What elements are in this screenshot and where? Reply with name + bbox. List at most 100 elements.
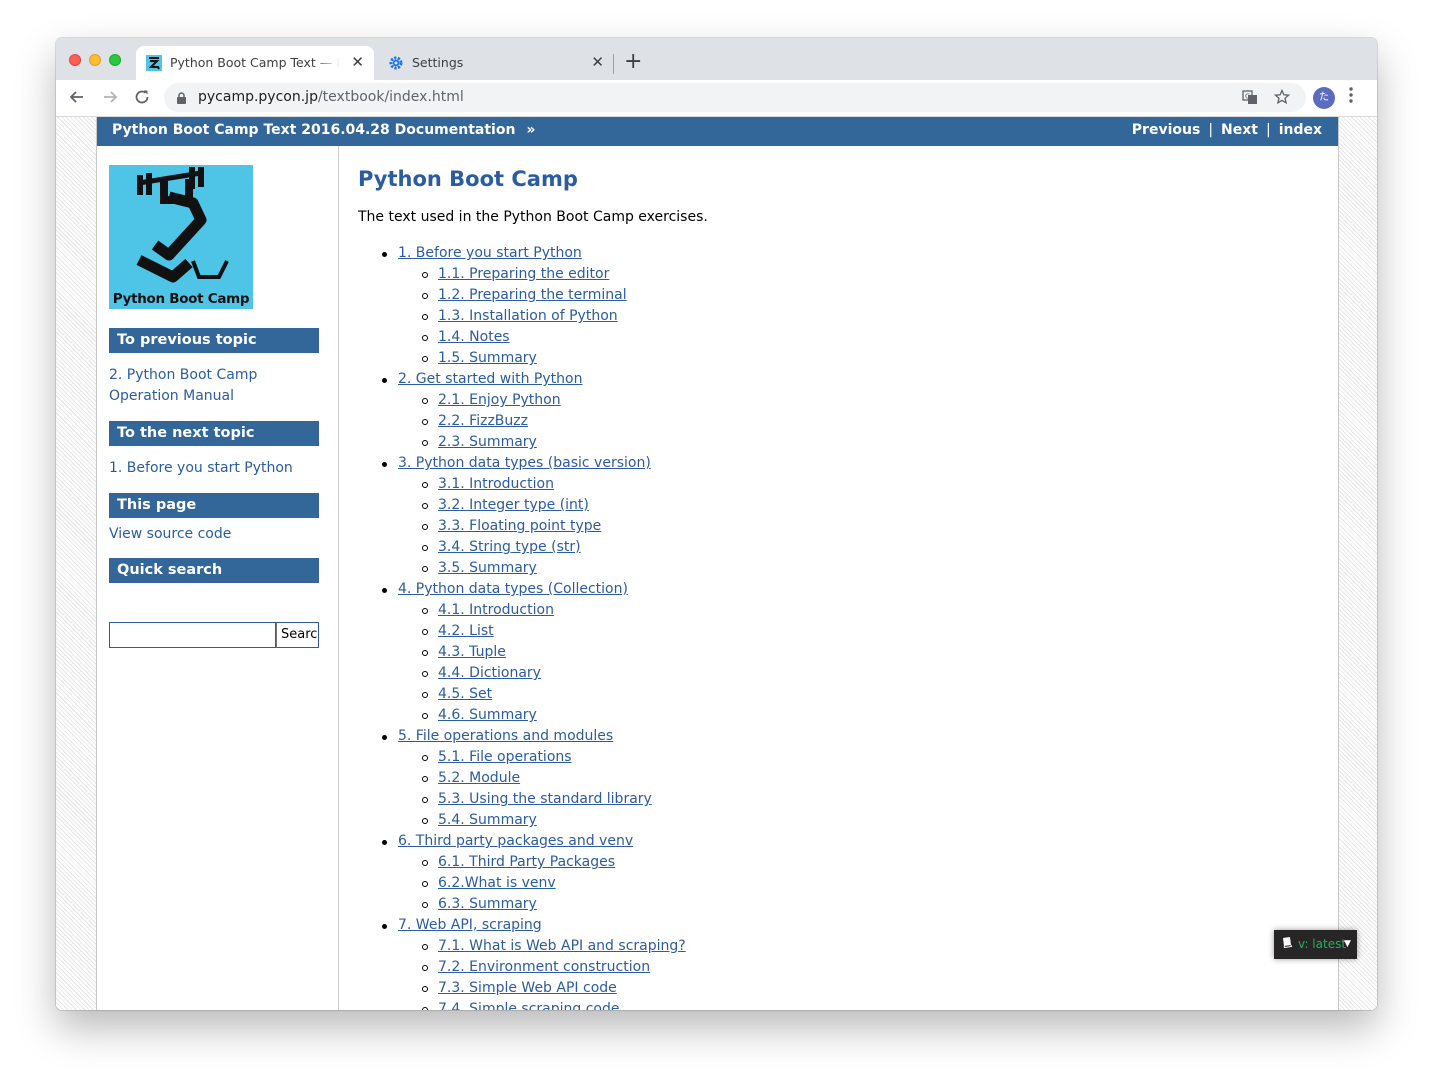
circle-bullet-icon xyxy=(422,881,428,887)
tab-title: Settings xyxy=(412,55,464,70)
next-topic-heading: To the next topic xyxy=(109,421,319,446)
toc-subitem: 2.3. Summary xyxy=(358,432,1258,453)
toc-sublink[interactable]: 1.3. Installation of Python xyxy=(438,306,618,327)
star-icon[interactable] xyxy=(1273,88,1291,109)
toc-subitem: 4.1. Introduction xyxy=(358,600,1258,621)
browser-toolbar: pycamp.pycon.jp/textbook/index.html G た xyxy=(56,80,1377,117)
toc-sublink[interactable]: 1.2. Preparing the terminal xyxy=(438,285,627,306)
toc-subitem: 4.3. Tuple xyxy=(358,642,1258,663)
toc-link[interactable]: 1. Before you start Python xyxy=(398,243,582,264)
toc-sublink[interactable]: 5.2. Module xyxy=(438,768,520,789)
toc-sublink[interactable]: 4.2. List xyxy=(438,621,494,642)
toc-sublink[interactable]: 4.1. Introduction xyxy=(438,600,554,621)
circle-bullet-icon xyxy=(422,398,428,404)
address-bar[interactable]: pycamp.pycon.jp/textbook/index.html G xyxy=(164,83,1306,112)
toc-subitem: 6.3. Summary xyxy=(358,894,1258,915)
index-link[interactable]: index xyxy=(1279,122,1322,138)
profile-avatar[interactable]: た xyxy=(1313,87,1335,109)
new-tab-button[interactable]: + xyxy=(624,49,642,74)
toc-sublink[interactable]: 5.4. Summary xyxy=(438,810,537,831)
toc-sublink[interactable]: 2.3. Summary xyxy=(438,432,537,453)
toc-sublink[interactable]: 5.1. File operations xyxy=(438,747,572,768)
close-window-button[interactable] xyxy=(69,54,81,66)
url-path: /textbook/index.html xyxy=(317,89,464,105)
toc-sublink[interactable]: 6.1. Third Party Packages xyxy=(438,852,615,873)
toc-subitem: 1.5. Summary xyxy=(358,348,1258,369)
circle-bullet-icon xyxy=(422,608,428,614)
previous-link[interactable]: Previous xyxy=(1132,122,1201,138)
toc-sublink[interactable]: 4.4. Dictionary xyxy=(438,663,541,684)
search-button[interactable]: Search xyxy=(276,622,319,648)
toc-sublink[interactable]: 7.3. Simple Web API code xyxy=(438,978,617,999)
previous-topic-heading: To previous topic xyxy=(109,328,319,353)
circle-bullet-icon xyxy=(422,440,428,446)
circle-bullet-icon xyxy=(422,419,428,425)
circle-bullet-icon xyxy=(422,482,428,488)
circle-bullet-icon xyxy=(422,902,428,908)
toc-sublink[interactable]: 6.3. Summary xyxy=(438,894,537,915)
table-of-contents: 1. Before you start Python 1.1. Preparing… xyxy=(358,243,1258,1010)
tab-settings[interactable]: Settings ✕ xyxy=(378,46,614,80)
menu-icon[interactable] xyxy=(1348,86,1354,109)
toc-sublink[interactable]: 7.4. Simple scraping code xyxy=(438,999,620,1010)
toc-sublink[interactable]: 1.4. Notes xyxy=(438,327,510,348)
quick-search-heading: Quick search xyxy=(109,558,319,583)
toc-item: 6. Third party packages and venv xyxy=(358,831,1258,852)
toc-sublink[interactable]: 3.4. String type (str) xyxy=(438,537,581,558)
previous-topic-link[interactable]: 2. Python Boot Camp Operation Manual xyxy=(109,365,269,407)
page-viewport: Python Boot Camp Text 2016.04.28 Documen… xyxy=(56,117,1377,1010)
toc-sublink[interactable]: 3.5. Summary xyxy=(438,558,537,579)
toc-link[interactable]: 2. Get started with Python xyxy=(398,369,582,390)
python-boot-camp-logo[interactable]: Python Boot Camp xyxy=(109,165,253,309)
toc-link[interactable]: 4. Python data types (Collection) xyxy=(398,579,628,600)
bullet-icon xyxy=(382,588,387,593)
next-link[interactable]: Next xyxy=(1221,122,1258,138)
sidebar: Python Boot Camp To previous topic 2. Py… xyxy=(97,146,339,1010)
toc-sublink[interactable]: 1.5. Summary xyxy=(438,348,537,369)
page-title: Python Boot Camp xyxy=(358,167,578,191)
circle-bullet-icon xyxy=(422,566,428,572)
toc-sublink[interactable]: 6.2.What is venv xyxy=(438,873,556,894)
toc-sublink[interactable]: 7.1. What is Web API and scraping? xyxy=(438,936,686,957)
translate-icon[interactable]: G xyxy=(1242,89,1258,109)
toc-sublink[interactable]: 4.3. Tuple xyxy=(438,642,506,663)
home-link[interactable]: Python Boot Camp Text 2016.04.28 Documen… xyxy=(112,122,515,138)
version-selector[interactable]: v: latest ▼ xyxy=(1274,930,1357,959)
toc-subitem: 2.2. FizzBuzz xyxy=(358,411,1258,432)
url-host: pycamp.pycon.jp xyxy=(198,89,318,105)
tab-python-boot-camp[interactable]: Python Boot Camp Text — Python Boot Camp… xyxy=(136,46,374,80)
toc-link[interactable]: 6. Third party packages and venv xyxy=(398,831,633,852)
circle-bullet-icon xyxy=(422,818,428,824)
toc-sublink[interactable]: 7.2. Environment construction xyxy=(438,957,650,978)
toc-sublink[interactable]: 1.1. Preparing the editor xyxy=(438,264,609,285)
circle-bullet-icon xyxy=(422,335,428,341)
back-icon[interactable] xyxy=(66,86,88,108)
next-topic-link[interactable]: 1. Before you start Python xyxy=(109,458,319,479)
forward-icon[interactable] xyxy=(99,86,121,108)
minimize-window-button[interactable] xyxy=(89,54,101,66)
toc-sublink[interactable]: 3.1. Introduction xyxy=(438,474,554,495)
toc-sublink[interactable]: 2.1. Enjoy Python xyxy=(438,390,561,411)
close-tab-icon[interactable]: ✕ xyxy=(351,53,364,71)
toc-sublink[interactable]: 4.5. Set xyxy=(438,684,492,705)
zoom-window-button[interactable] xyxy=(109,54,121,66)
toc-sublink[interactable]: 3.3. Floating point type xyxy=(438,516,601,537)
circle-bullet-icon xyxy=(422,629,428,635)
nav-separator: | xyxy=(1265,122,1271,138)
close-tab-icon[interactable]: ✕ xyxy=(591,53,604,71)
circle-bullet-icon xyxy=(422,944,428,950)
toc-link[interactable]: 3. Python data types (basic version) xyxy=(398,453,651,474)
search-input[interactable] xyxy=(109,622,276,648)
reload-icon[interactable] xyxy=(131,86,153,108)
view-source-link[interactable]: View source code xyxy=(109,524,319,545)
toc-sublink[interactable]: 3.2. Integer type (int) xyxy=(438,495,589,516)
toc-subitem: 4.2. List xyxy=(358,621,1258,642)
toc-subitem: 3.5. Summary xyxy=(358,558,1258,579)
toc-sublink[interactable]: 4.6. Summary xyxy=(438,705,537,726)
toc-link[interactable]: 7. Web API, scraping xyxy=(398,915,542,936)
toc-sublink[interactable]: 2.2. FizzBuzz xyxy=(438,411,528,432)
toc-link[interactable]: 5. File operations and modules xyxy=(398,726,613,747)
breadcrumb-arrow: » xyxy=(526,122,536,138)
toc-sublink[interactable]: 5.3. Using the standard library xyxy=(438,789,652,810)
svg-text:G: G xyxy=(1245,93,1250,101)
